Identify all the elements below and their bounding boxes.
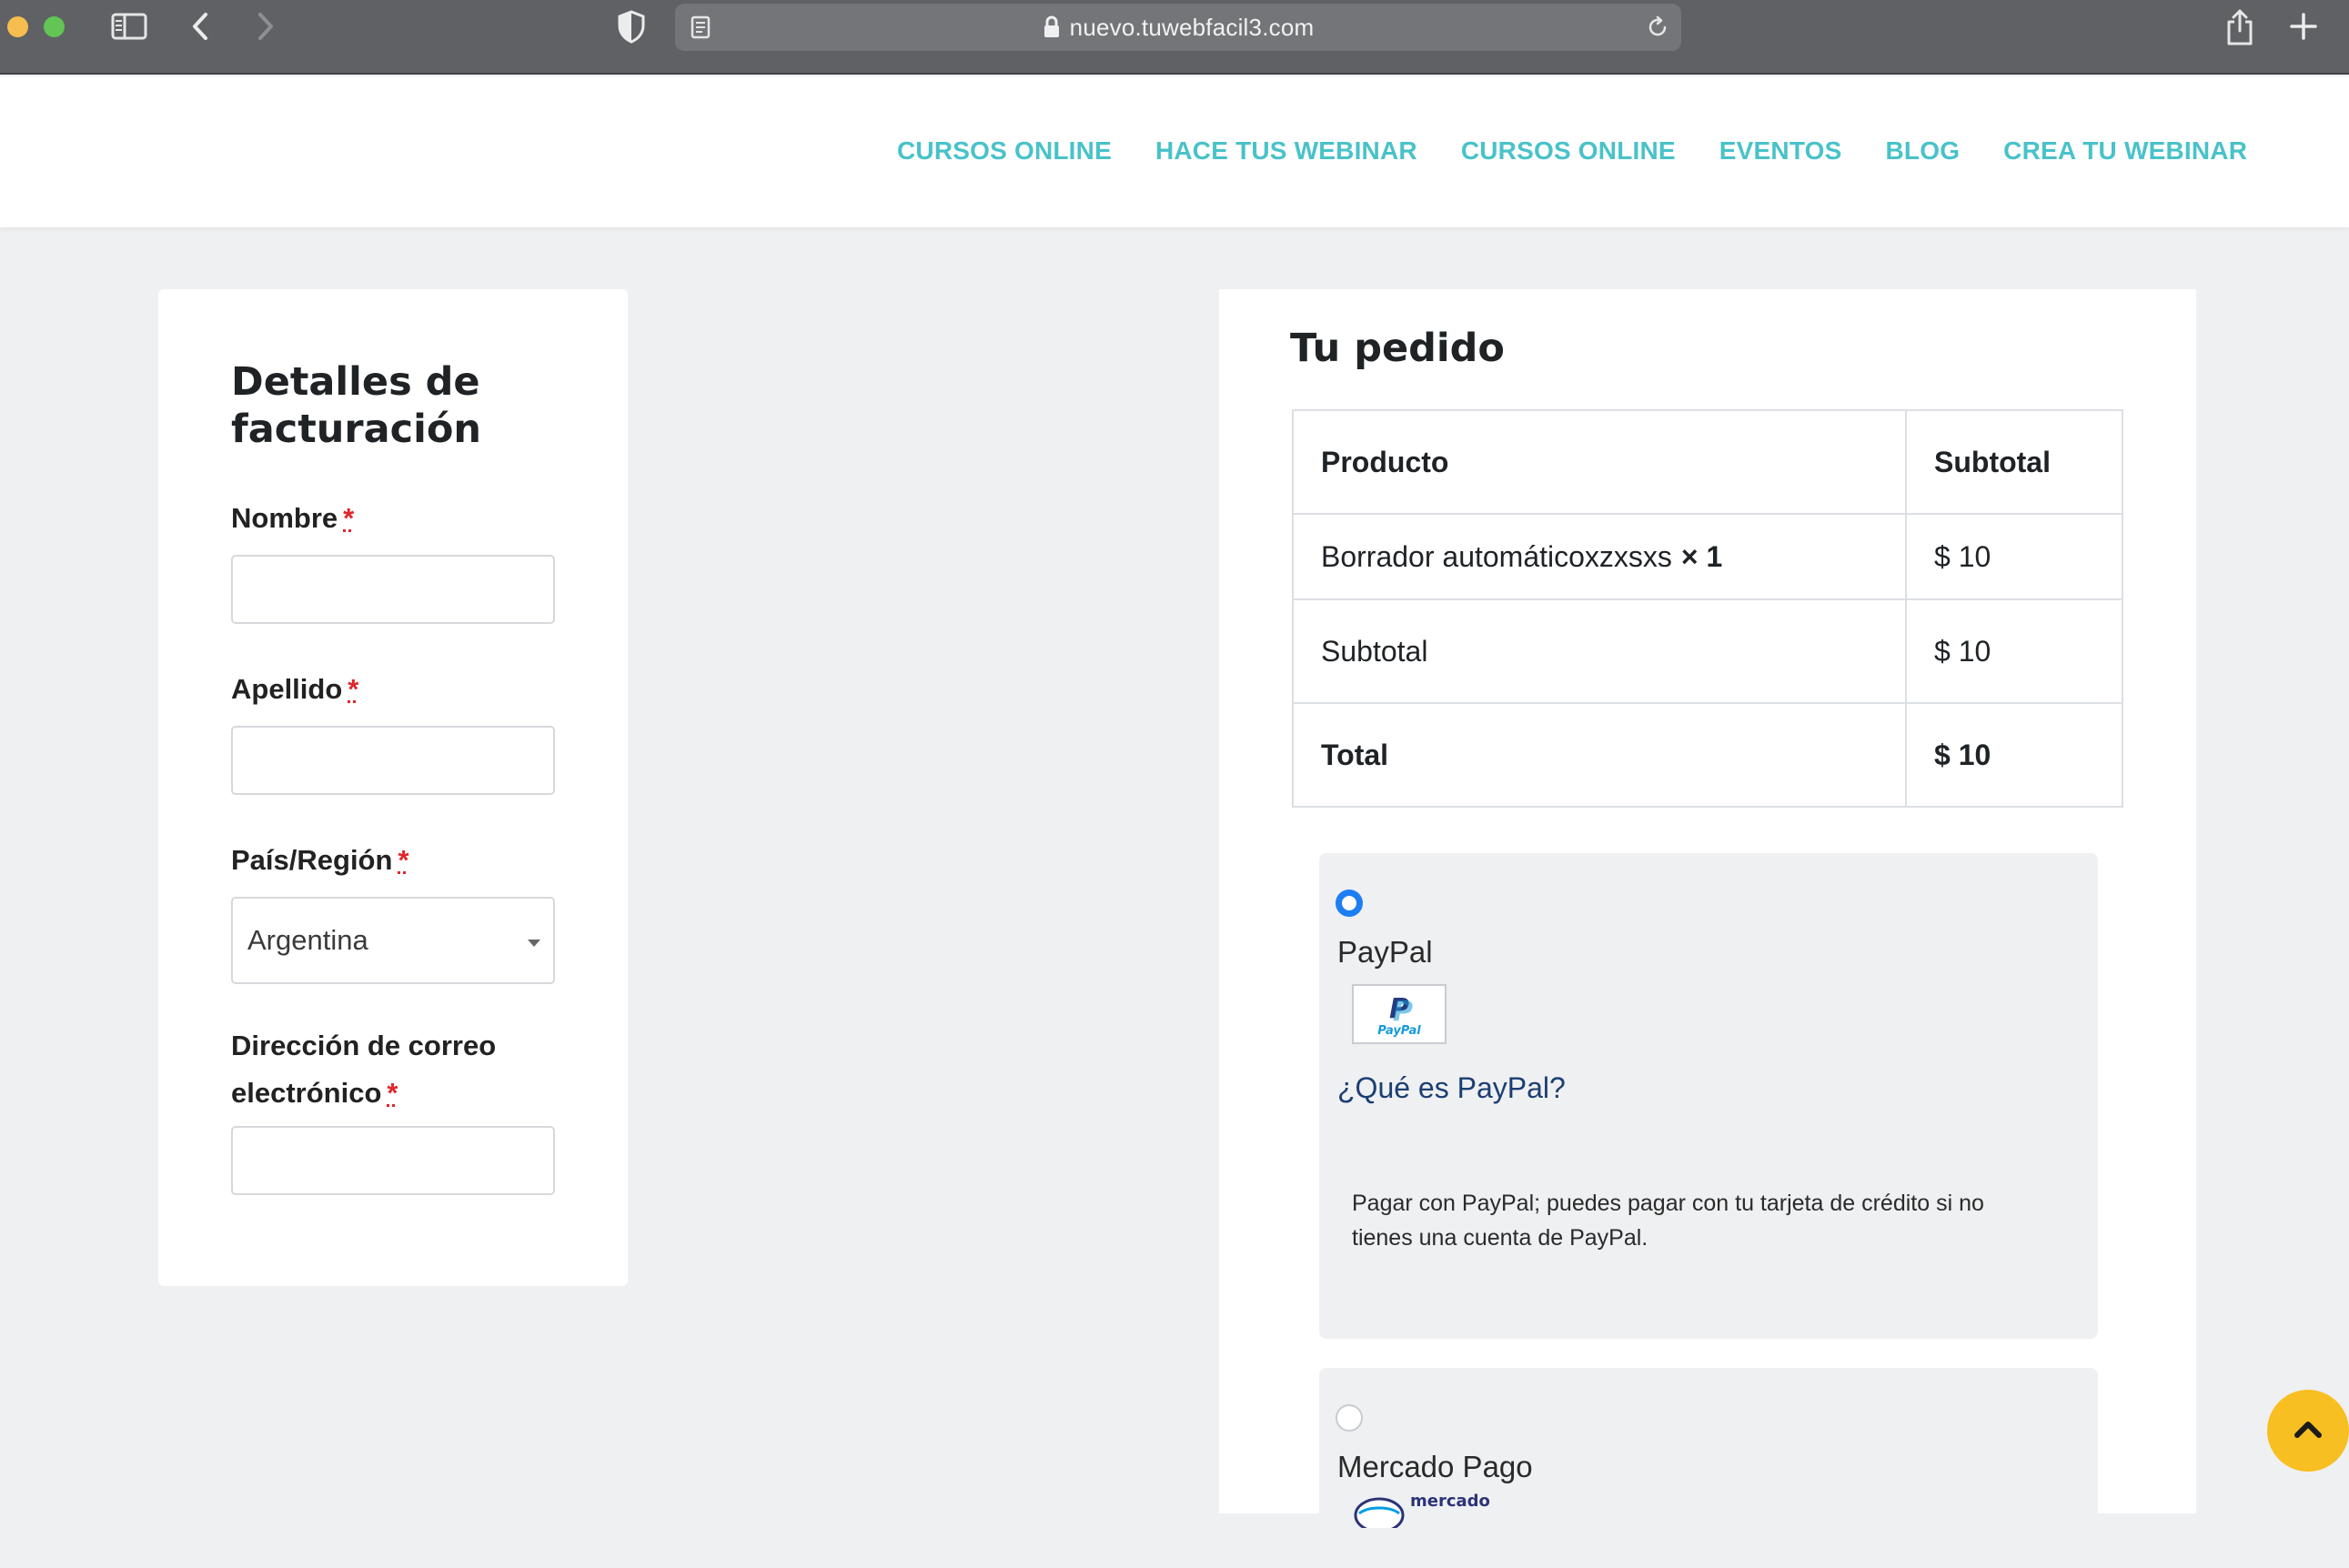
reload-icon[interactable] [1645, 15, 1670, 40]
svg-text:mercado: mercado [1410, 1492, 1490, 1511]
country-select-value: Argentina [247, 924, 368, 956]
table-header-row: Producto Subtotal [1292, 409, 2123, 515]
billing-details-card: Detalles de facturación Nombre * Apellido… [158, 289, 628, 1286]
total-value: $ 10 [1905, 702, 2123, 808]
share-icon[interactable] [2223, 5, 2256, 47]
email-label: Dirección de correo electrónico * [231, 1022, 540, 1117]
product-column-header: Producto [1292, 409, 1907, 515]
required-mark: * [343, 502, 355, 534]
chevron-up-icon [2293, 1419, 2324, 1443]
mercadopago-payment-option[interactable]: Mercado Pago mercado [1319, 1368, 2098, 1568]
last-name-label-text: Apellido [231, 673, 343, 705]
order-review-card: Tu pedido Producto Subtotal Borrador aut… [1219, 289, 2196, 1568]
first-name-input[interactable] [231, 555, 555, 624]
last-name-input[interactable] [231, 726, 555, 795]
first-name-label: Nombre * [231, 502, 354, 535]
nav-item-cursos-online[interactable]: CURSOS ONLINE [897, 136, 1112, 166]
lock-icon [1043, 15, 1061, 39]
svg-text:PayPal: PayPal [1377, 1024, 1421, 1038]
required-mark: * [348, 673, 359, 705]
nav-item-cursos-online-2[interactable]: CURSOS ONLINE [1461, 136, 1676, 166]
subtotal-value: $ 10 [1905, 598, 2123, 704]
subtotal-column-header: Subtotal [1905, 409, 2123, 515]
order-item-price: $ 10 [1905, 513, 2123, 600]
email-input[interactable] [231, 1126, 555, 1195]
sidebar-icon[interactable] [111, 13, 147, 40]
required-mark: * [387, 1077, 398, 1109]
first-name-label-text: Nombre [231, 502, 338, 534]
country-label-text: País/Región [231, 844, 393, 876]
required-mark: * [398, 844, 409, 876]
mercadopago-label: Mercado Pago [1337, 1450, 1533, 1483]
nav-item-crea-tu-webinar[interactable]: CREA TU WEBINAR [2003, 136, 2247, 166]
subtotal-label: Subtotal [1292, 598, 1907, 704]
country-select[interactable]: Argentina [231, 897, 555, 984]
zoom-window-button[interactable] [44, 16, 65, 37]
order-item-qty: × 1 [1680, 539, 1723, 573]
last-name-label: Apellido * [231, 673, 358, 706]
table-row: Borrador automáticoxzxsxs × 1 $ 10 [1292, 513, 2123, 600]
what-is-paypal-link[interactable]: ¿Qué es PayPal? [1337, 1071, 1566, 1105]
mercadopago-logo: mercado [1352, 1492, 1497, 1528]
forward-icon[interactable] [251, 9, 278, 44]
table-row: Total $ 10 [1292, 702, 2123, 808]
scroll-to-top-button[interactable] [2267, 1390, 2349, 1472]
mercadopago-radio[interactable] [1336, 1404, 1363, 1432]
nav-item-blog[interactable]: BLOG [1885, 136, 1960, 166]
shield-icon[interactable] [617, 9, 646, 44]
paypal-description: Pagar con PayPal; puedes pagar con tu ta… [1352, 1191, 1984, 1251]
email-label-text: Dirección de correo electrónico [231, 1030, 497, 1109]
paypal-payment-option[interactable]: PayPal P P PayPal ¿Qué es PayPal? Pagar … [1319, 853, 2098, 1339]
order-table: Producto Subtotal Borrador automáticoxzx… [1292, 409, 2123, 808]
nav-item-eventos[interactable]: EVENTOS [1719, 136, 1842, 166]
nav-item-hace-tus-webinar[interactable]: HACE TUS WEBINAR [1155, 136, 1417, 166]
order-item-name: Borrador automáticoxzxsxs [1321, 539, 1672, 573]
minimize-window-button[interactable] [7, 16, 28, 37]
svg-text:P: P [1393, 996, 1413, 1028]
table-row: Subtotal $ 10 [1292, 598, 2123, 704]
paypal-radio[interactable] [1336, 890, 1363, 917]
order-item-cell: Borrador automáticoxzxsxs × 1 [1292, 513, 1907, 600]
back-icon[interactable] [187, 9, 215, 44]
site-header: CURSOS ONLINE HACE TUS WEBINAR CURSOS ON… [0, 76, 2349, 227]
country-label: País/Región * [231, 844, 409, 877]
address-bar[interactable]: nuevo.tuwebfacil3.com [675, 4, 1681, 51]
paypal-label: PayPal [1337, 935, 1433, 969]
order-title: Tu pedido [1290, 326, 1505, 371]
new-tab-icon[interactable] [2287, 9, 2320, 44]
total-label: Total [1292, 702, 1907, 808]
browser-toolbar: nuevo.tuwebfacil3.com [0, 0, 2349, 75]
url-text: nuevo.tuwebfacil3.com [1069, 13, 1315, 41]
paypal-logo: P P PayPal [1352, 984, 1447, 1044]
chevron-down-icon [526, 937, 542, 953]
main-nav: CURSOS ONLINE HACE TUS WEBINAR CURSOS ON… [897, 136, 2247, 166]
billing-title: Detalles de facturación [231, 359, 481, 452]
